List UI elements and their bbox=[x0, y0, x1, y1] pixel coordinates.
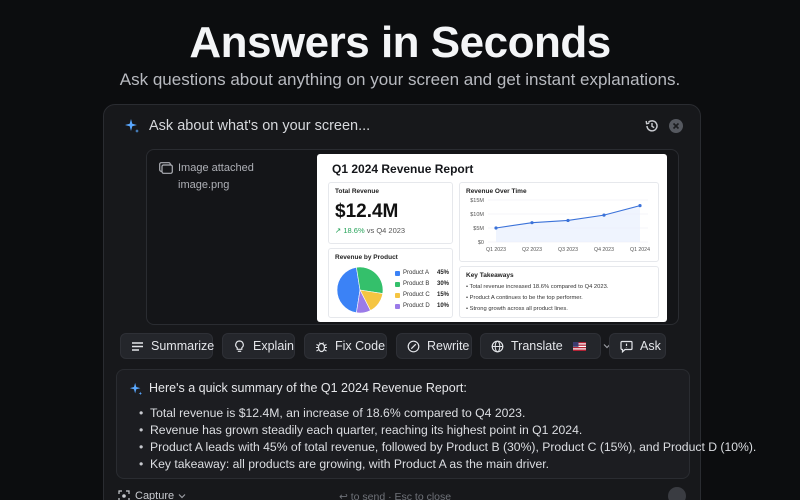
data-point bbox=[638, 204, 642, 208]
translate-button[interactable]: Translate bbox=[480, 333, 611, 359]
legend-item: Product A bbox=[403, 270, 430, 276]
close-icon[interactable] bbox=[668, 118, 684, 134]
fix-code-label: Fix Code bbox=[335, 339, 386, 353]
x-tick-label: Q1 2024 bbox=[630, 247, 650, 253]
attachment-area: Image attached image.png Q1 2024 Revenue… bbox=[146, 149, 679, 325]
capture-label: Capture bbox=[135, 490, 175, 500]
capture-icon bbox=[118, 490, 130, 500]
legend-percent: 10% bbox=[437, 303, 450, 309]
total-revenue-label: Total Revenue bbox=[335, 188, 379, 195]
send-button[interactable] bbox=[668, 487, 686, 500]
chat-bubble-icon bbox=[620, 340, 633, 353]
pie-slice bbox=[336, 266, 361, 314]
x-tick-label: Q2 2023 bbox=[522, 247, 542, 253]
y-tick-label: $5M bbox=[473, 226, 484, 232]
pie-slice bbox=[356, 266, 384, 294]
legend-item: Product D bbox=[403, 303, 430, 309]
hero-subtitle: Ask questions about anything on your scr… bbox=[119, 70, 681, 89]
globe-icon bbox=[491, 340, 504, 352]
ask-row[interactable]: Ask about what's on your screen... bbox=[104, 105, 700, 147]
hero-title: Answers in Seconds bbox=[189, 18, 611, 67]
legend-swatch bbox=[395, 293, 400, 298]
revenue-line-chart: $15M $10M $5M $0Q1 2023 Q2 2023 Q3 2023 Q4 202… bbox=[470, 198, 650, 253]
change-percent: 18.6% bbox=[343, 226, 365, 235]
summarize-button[interactable]: Summarize bbox=[120, 333, 215, 359]
keyboard-hint: ↩ to send · Esc to close bbox=[339, 491, 452, 500]
attached-image-preview[interactable]: Q1 2024 Revenue Report Total Revenue $12… bbox=[317, 154, 667, 322]
bug-icon bbox=[316, 341, 327, 352]
change-comparison: vs Q4 2023 bbox=[364, 226, 406, 235]
rewrite-button[interactable]: Rewrite bbox=[396, 333, 472, 359]
summary-bullet: Key takeaway: all products are growing, … bbox=[139, 456, 756, 473]
lightbulb-icon bbox=[235, 339, 244, 352]
history-icon[interactable] bbox=[644, 118, 660, 134]
takeaway-item: • Total revenue increased 18.6% compared… bbox=[466, 284, 609, 290]
legend-percent: 45% bbox=[437, 270, 450, 276]
takeaway-text: Strong growth across all product lines. bbox=[469, 306, 568, 312]
legend-swatch bbox=[395, 271, 400, 276]
us-flag-icon bbox=[572, 341, 586, 351]
ask-button[interactable]: Ask bbox=[609, 333, 666, 359]
image-icon bbox=[159, 162, 173, 174]
rewrite-label: Rewrite bbox=[427, 339, 470, 353]
summary-bullet: Revenue has grown steadily each quarter,… bbox=[139, 422, 756, 439]
revenue-by-product-card: Revenue by Product Product A 45% Product… bbox=[328, 248, 453, 318]
data-point bbox=[602, 213, 606, 217]
total-revenue-value: $12.4M bbox=[335, 201, 399, 222]
attachment-label: Image attached bbox=[178, 162, 254, 174]
summary-heading: Here's a quick summary of the Q1 2024 Re… bbox=[149, 381, 467, 395]
data-point bbox=[494, 226, 498, 230]
legend-swatch bbox=[395, 304, 400, 309]
total-revenue-card: Total Revenue $12.4M ↗ 18.6% vs Q4 2023 bbox=[328, 182, 453, 244]
capture-button[interactable]: Capture bbox=[118, 490, 186, 500]
legend-swatch bbox=[395, 282, 400, 287]
fix-code-button[interactable]: Fix Code bbox=[304, 333, 387, 359]
assistant-panel: Ask about what's on your screen... Image… bbox=[103, 104, 756, 500]
sparkle-icon bbox=[129, 382, 143, 396]
lines-icon bbox=[132, 341, 143, 351]
takeaway-text: Product A continues to be the top perfor… bbox=[469, 295, 583, 301]
summary-bullet: Total revenue is $12.4M, an increase of … bbox=[139, 405, 756, 422]
report-title: Q1 2024 Revenue Report bbox=[332, 162, 474, 176]
attachment-filename: image.png bbox=[178, 179, 230, 191]
x-tick-label: Q3 2023 bbox=[558, 247, 578, 253]
chevron-down-icon bbox=[178, 494, 186, 499]
key-takeaways-card: Key Takeaways • Total revenue increased … bbox=[459, 266, 659, 318]
y-tick-label: $15M bbox=[470, 198, 484, 204]
ask-input[interactable]: Ask about what's on your screen... bbox=[149, 118, 370, 134]
revenue-over-time-card: Revenue Over Time $15M $10M $5M $0 Q1 2023 Q2… bbox=[459, 182, 659, 262]
sparkle-icon bbox=[125, 119, 139, 133]
summary-bullets: Total revenue is $12.4M, an increase of … bbox=[139, 405, 756, 473]
explain-label: Explain bbox=[253, 339, 294, 353]
legend-percent: 30% bbox=[437, 281, 450, 287]
key-takeaways-label: Key Takeaways bbox=[466, 272, 514, 279]
legend-percent: 15% bbox=[437, 292, 450, 298]
data-point bbox=[530, 221, 534, 225]
product-pie-chart bbox=[336, 266, 384, 314]
summary-response: Here's a quick summary of the Q1 2024 Re… bbox=[116, 369, 756, 479]
x-tick-label: Q4 2023 bbox=[594, 247, 614, 253]
summarize-label: Summarize bbox=[151, 339, 215, 353]
takeaway-item: • Strong growth across all product lines… bbox=[466, 306, 568, 312]
revenue-change: ↗ 18.6% vs Q4 2023 bbox=[335, 226, 405, 235]
pencil-circle-icon bbox=[407, 340, 420, 352]
legend-item: Product C bbox=[403, 292, 430, 298]
ask-label: Ask bbox=[640, 339, 661, 353]
translate-label: Translate bbox=[511, 339, 563, 353]
takeaway-item: • Product A continues to be the top perf… bbox=[466, 295, 583, 301]
explain-button[interactable]: Explain bbox=[222, 333, 295, 359]
quick-actions: Summarize Explain Fix Code Rewrite Trans… bbox=[120, 333, 680, 359]
y-tick-label: $0 bbox=[478, 240, 484, 246]
y-tick-label: $10M bbox=[470, 212, 484, 218]
x-tick-label: Q1 2023 bbox=[486, 247, 506, 253]
summary-bullet: Product A leads with 45% of total revenu… bbox=[139, 439, 756, 456]
data-point bbox=[566, 218, 570, 223]
takeaway-text: Total revenue increased 18.6% compared t… bbox=[469, 284, 609, 290]
legend-item: Product B bbox=[403, 281, 430, 287]
